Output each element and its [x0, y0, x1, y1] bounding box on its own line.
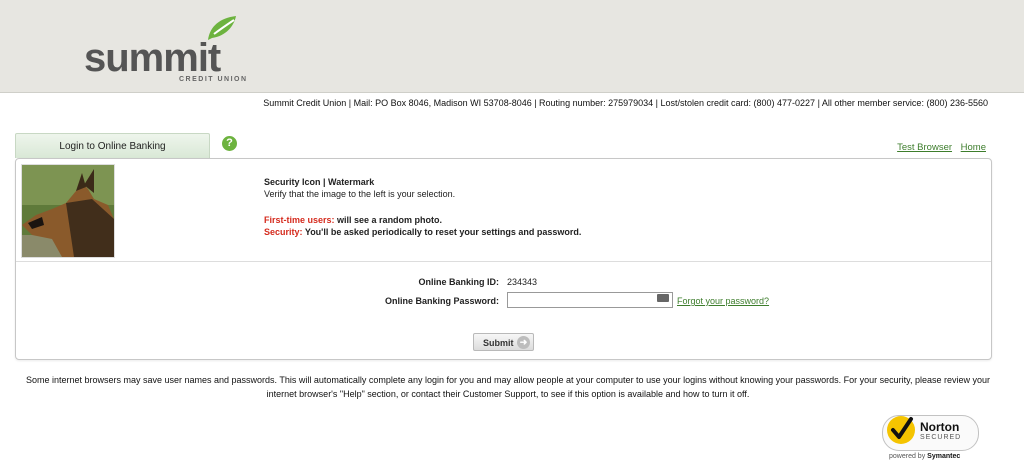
submit-label: Submit — [483, 338, 514, 348]
norton-powered-by: powered by Symantec — [889, 453, 960, 460]
arrow-right-icon: ➜ — [517, 336, 530, 349]
security-reset-note: Security: You'll be asked periodically t… — [264, 226, 581, 238]
password-input[interactable] — [507, 292, 673, 308]
first-time-users-note: First-time users: will see a random phot… — [264, 214, 581, 226]
security-text: You'll be asked periodically to reset yo… — [302, 227, 582, 237]
top-links: Test Browser Home — [891, 142, 986, 153]
logo-subtitle: CREDIT UNION — [179, 76, 248, 83]
main-area: Summit Credit Union | Mail: PO Box 8046,… — [0, 92, 1024, 473]
first-time-label: First-time users: — [264, 215, 335, 225]
banking-id-label: Online Banking ID: — [418, 277, 499, 287]
security-title: Security Icon | Watermark — [264, 177, 375, 187]
first-time-text: will see a random photo. — [334, 215, 443, 225]
login-panel: Security Icon | Watermark Verify that th… — [15, 158, 992, 360]
security-dog-photo — [22, 165, 114, 257]
home-link[interactable]: Home — [961, 142, 986, 153]
logo-wordmark: summit — [84, 36, 221, 80]
powered-by-text: powered by — [889, 453, 926, 460]
browser-password-notice: Some internet browsers may save user nam… — [25, 375, 991, 399]
test-browser-link[interactable]: Test Browser — [897, 142, 952, 153]
forgot-password-link[interactable]: Forgot your password? — [677, 296, 769, 306]
submit-button[interactable]: Submit ➜ — [473, 333, 534, 351]
security-verify-text: Verify that the image to the left is you… — [264, 189, 456, 199]
security-info: Security Icon | Watermark Verify that th… — [264, 176, 581, 238]
norton-name: Norton — [920, 420, 960, 434]
contact-info-bar: Summit Credit Union | Mail: PO Box 8046,… — [263, 98, 988, 108]
password-label: Online Banking Password: — [384, 296, 499, 306]
security-label: Security: — [264, 227, 303, 237]
norton-secured-text: SECURED — [920, 434, 962, 441]
summit-logo[interactable]: summit CREDIT UNION — [84, 14, 264, 86]
symantec-text: Symantec — [927, 453, 961, 460]
keyboard-icon[interactable] — [657, 294, 669, 302]
security-image — [21, 164, 115, 258]
banking-id-value: 234343 — [507, 277, 538, 287]
help-icon[interactable]: ? — [222, 136, 237, 151]
divider — [16, 261, 991, 262]
norton-check-icon — [887, 416, 915, 444]
norton-secured-seal[interactable]: Norton SECURED powered by Symantec — [882, 415, 982, 463]
tab-login-online-banking[interactable]: Login to Online Banking — [15, 133, 210, 158]
